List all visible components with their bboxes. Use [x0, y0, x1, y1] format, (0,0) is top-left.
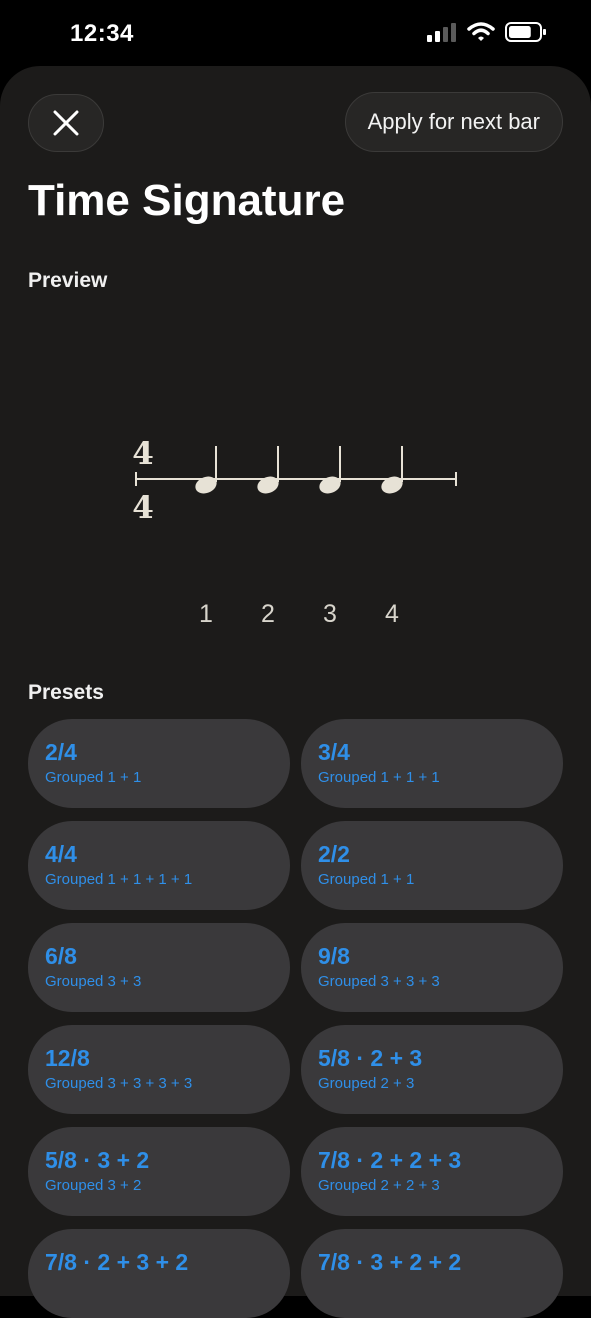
preset-title: 5/8 · 2 + 3	[318, 1045, 423, 1071]
beat-number: 2	[261, 600, 275, 628]
presets-grid: 2/4 Grouped 1 + 1 3/4 Grouped 1 + 1 + 1 …	[28, 719, 563, 1318]
preset-7-8-2-2-3[interactable]: 7/8 · 2 + 2 + 3 Grouped 2 + 2 + 3	[301, 1127, 563, 1216]
preset-2-2[interactable]: 2/2 Grouped 1 + 1	[301, 821, 563, 910]
preset-7-8-3-2-2[interactable]: 7/8 · 3 + 2 + 2	[301, 1229, 563, 1318]
preset-title: 4/4	[45, 841, 77, 867]
beat-number: 1	[199, 600, 213, 628]
preset-5-8-2-3[interactable]: 5/8 · 2 + 3 Grouped 2 + 3	[301, 1025, 563, 1114]
signal-icon	[427, 23, 456, 42]
quarter-note	[195, 446, 217, 494]
wifi-icon	[467, 22, 495, 41]
status-bar: 12:34	[0, 0, 591, 66]
quarter-note	[319, 446, 341, 494]
preview-notation: 4 4	[132, 436, 457, 526]
quarter-note	[257, 446, 279, 494]
preset-title: 3/4	[318, 739, 350, 765]
preset-subtitle: Grouped 3 + 3	[45, 973, 142, 990]
close-icon	[53, 110, 79, 136]
preset-3-4[interactable]: 3/4 Grouped 1 + 1 + 1	[301, 719, 563, 808]
beat-number: 3	[323, 600, 337, 628]
preset-title: 7/8 · 2 + 3 + 2	[45, 1249, 189, 1275]
time-signature-denominator: 4	[132, 490, 154, 526]
close-button[interactable]	[28, 94, 104, 152]
preset-subtitle: Grouped 2 + 3	[318, 1075, 415, 1092]
time-signature-numerator: 4	[132, 436, 154, 472]
preset-title: 2/2	[318, 841, 350, 867]
preset-subtitle: Grouped 2 + 2 + 3	[318, 1177, 440, 1194]
preset-subtitle: Grouped 1 + 1 + 1	[318, 769, 440, 786]
preset-title: 12/8	[45, 1045, 90, 1071]
preset-title: 5/8 · 3 + 2	[45, 1147, 150, 1173]
preset-subtitle: Grouped 1 + 1	[45, 769, 142, 786]
presets-label: Presets	[28, 681, 104, 704]
status-icons	[427, 22, 547, 42]
quarter-note	[381, 446, 403, 494]
beat-number: 4	[385, 600, 399, 628]
preset-4-4[interactable]: 4/4 Grouped 1 + 1 + 1 + 1	[28, 821, 290, 910]
preset-6-8[interactable]: 6/8 Grouped 3 + 3	[28, 923, 290, 1012]
preset-title: 9/8	[318, 943, 350, 969]
preset-subtitle: Grouped 1 + 1 + 1 + 1	[45, 871, 193, 888]
preset-title: 6/8	[45, 943, 77, 969]
preset-12-8[interactable]: 12/8 Grouped 3 + 3 + 3 + 3	[28, 1025, 290, 1114]
preset-subtitle: Grouped 3 + 3 + 3	[318, 973, 440, 990]
battery-icon	[505, 22, 546, 42]
preset-title: 7/8 · 2 + 2 + 3	[318, 1147, 462, 1173]
preview-label: Preview	[28, 269, 108, 292]
preset-title: 7/8 · 3 + 2 + 2	[318, 1249, 462, 1275]
page-title: Time Signature	[28, 176, 346, 225]
preset-2-4[interactable]: 2/4 Grouped 1 + 1	[28, 719, 290, 808]
preset-subtitle: Grouped 3 + 3 + 3 + 3	[45, 1075, 193, 1092]
beat-numbers: 1 2 3 4	[0, 600, 591, 630]
preset-9-8[interactable]: 9/8 Grouped 3 + 3 + 3	[301, 923, 563, 1012]
preset-5-8-3-2[interactable]: 5/8 · 3 + 2 Grouped 3 + 2	[28, 1127, 290, 1216]
preset-7-8-2-3-2[interactable]: 7/8 · 2 + 3 + 2	[28, 1229, 290, 1318]
time-signature-sheet: Apply for next bar Time Signature Previe…	[0, 66, 591, 1318]
preset-subtitle: Grouped 1 + 1	[318, 871, 415, 888]
preset-title: 2/4	[45, 739, 77, 765]
preset-subtitle: Grouped 3 + 2	[45, 1177, 142, 1194]
apply-next-bar-button[interactable]: Apply for next bar	[344, 92, 563, 152]
status-time: 12:34	[70, 20, 134, 47]
